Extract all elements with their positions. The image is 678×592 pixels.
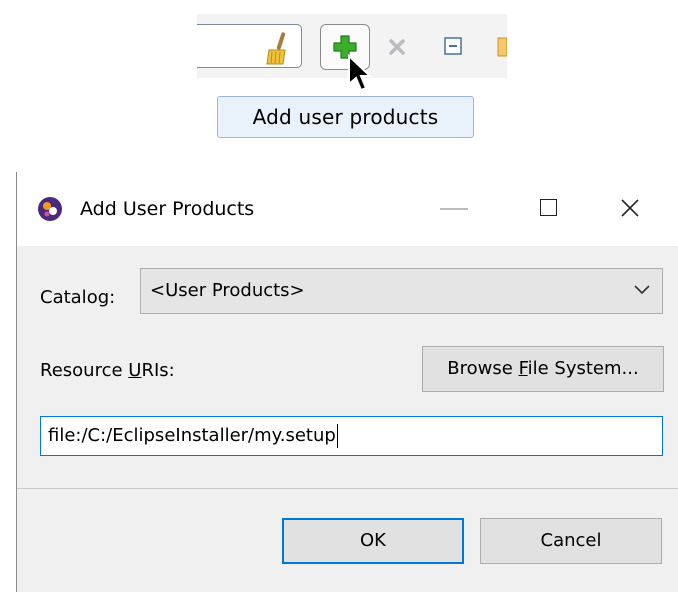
tooltip: Add user products <box>217 96 474 138</box>
close-icon[interactable] <box>620 198 640 218</box>
dialog-title: Add User Products <box>80 198 255 220</box>
browse-file-system-button[interactable]: Browse File System... <box>422 346 664 392</box>
separator <box>17 488 678 489</box>
mouse-cursor-icon <box>348 54 373 92</box>
eclipse-installer-icon <box>38 197 62 221</box>
resource-uris-label: Resource URIs: <box>40 360 175 381</box>
title-bar: Add User Products <box>17 172 678 246</box>
catalog-value: <User Products> <box>150 280 305 301</box>
minimize-button[interactable] <box>440 208 468 210</box>
remove-icon[interactable] <box>389 39 405 55</box>
browse-label-part: Browse <box>447 358 519 379</box>
cancel-button[interactable]: Cancel <box>480 518 662 564</box>
ok-button[interactable]: OK <box>282 518 464 564</box>
broom-icon[interactable] <box>263 30 293 66</box>
resource-uri-input[interactable]: file:/C:/EclipseInstaller/my.setup <box>40 416 663 456</box>
catalog-label: Catalog: <box>40 287 116 308</box>
maximize-button[interactable] <box>540 199 557 216</box>
text-caret <box>336 424 338 448</box>
resource-label-part: RIs: <box>141 360 175 381</box>
resource-label-part: Resource <box>40 360 129 381</box>
browse-label-part: ile System... <box>527 358 639 379</box>
add-user-products-dialog: Add User Products Catalog: <User Product… <box>16 172 678 592</box>
collapse-all-icon[interactable] <box>444 37 462 55</box>
browse-label-mnemonic: F <box>518 358 528 379</box>
chevron-down-icon <box>634 285 650 295</box>
folder-icon[interactable] <box>497 36 507 58</box>
resource-label-mnemonic: U <box>128 360 142 381</box>
catalog-select[interactable]: <User Products> <box>140 268 663 314</box>
resource-uri-value: file:/C:/EclipseInstaller/my.setup <box>48 425 336 446</box>
